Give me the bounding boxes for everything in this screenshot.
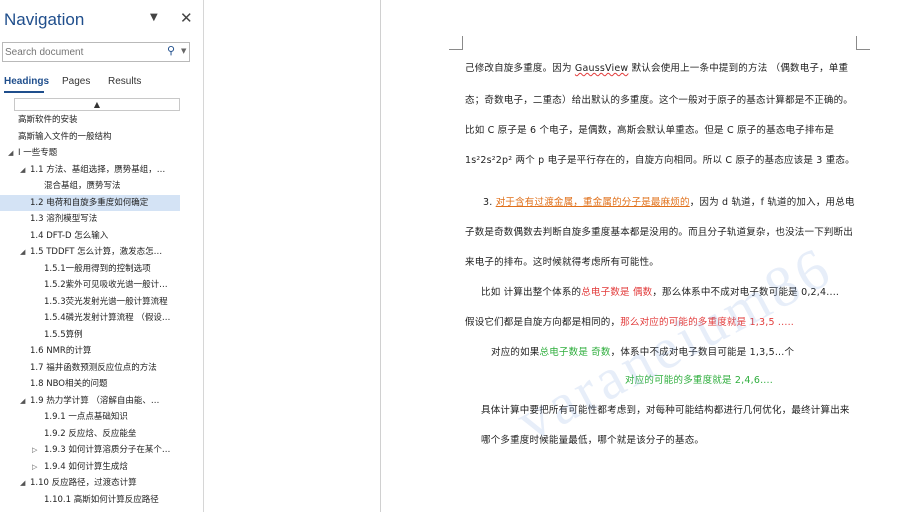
active-tab-indicator	[4, 91, 44, 93]
heading-item-label: 1.10 反应路径，过渡态计算	[30, 478, 137, 488]
heading-item-label: 混合基组，赝势写法	[44, 181, 121, 191]
heading-item-label: 1.5.5算例	[44, 329, 83, 340]
heading-item-label: 1.9.1 一点点基础知识	[44, 412, 128, 422]
heading-item-label: 1.9.3 如何计算溶质分子在某个…	[44, 445, 171, 455]
close-icon[interactable]: ✕	[180, 9, 193, 27]
search-icon[interactable]: ⚲	[167, 44, 175, 57]
navigation-pane: Navigation ▼ ✕ ⚲ ▼ Headings Pages Result…	[0, 0, 204, 512]
heading-item-label: 1.4 DFT-D 怎么输入	[30, 230, 109, 241]
tab-pages[interactable]: Pages	[62, 76, 90, 87]
heading-item-label: 高斯软件的安装	[18, 115, 78, 125]
heading-item-label: 1.9.2 反应焓、反应能垒	[44, 428, 137, 439]
text-run: 态；奇数电子，二重态）给出默认的多重度。这个一般对于原子的基态计算都是不正确的。	[465, 95, 854, 106]
expand-toggle-icon[interactable]: ◢	[20, 162, 25, 178]
paragraph-line: 子数是奇数偶数去判断自旋多重度基本都是没用的。而且分子轨道复杂，也没法一下判断出	[465, 224, 853, 238]
expand-toggle-icon[interactable]: ◢	[20, 475, 25, 491]
heading-item-label: 1.5.3荧光发射光谱一般计算流程	[44, 296, 168, 307]
expand-toggle-icon[interactable]: ◢	[20, 244, 25, 260]
heading-item[interactable]: 1.5.5算例	[0, 327, 200, 343]
heading-item-label: 1.5.2紫外可见吸收光谱一般计…	[44, 280, 168, 290]
heading-item[interactable]: 1.5.2紫外可见吸收光谱一般计…	[0, 277, 200, 293]
crop-mark-top-right	[856, 36, 870, 50]
tab-results[interactable]: Results	[108, 76, 141, 87]
search-box[interactable]: ⚲ ▼	[2, 42, 190, 62]
text-run: 假设它们都是自旋方向都是相同的，	[465, 317, 621, 328]
heading-item[interactable]: 1.4 DFT-D 怎么输入	[0, 228, 200, 244]
paragraph-line: 1s²2s²2p² 两个 p 电子是平行存在的，自旋方向相同。所以 C 原子的基…	[465, 152, 855, 166]
text-run: 比如 C 原子是 6 个电子，是偶数，高斯会默认单重态。但是 C 原子的基态电子…	[465, 125, 835, 136]
crop-mark-top-left	[449, 36, 463, 50]
navigation-header: Navigation ▼ ✕	[4, 8, 200, 36]
heading-item[interactable]: 高斯输入文件的一般结构	[0, 129, 200, 145]
heading-item[interactable]: ◢ 1.1 方法、基组选择，赝势基组，…	[0, 162, 200, 178]
paragraph-line: 来电子的排布。这时候就得考虑所有可能性。	[465, 254, 659, 268]
heading-item-label: 1.6 NMR的计算	[30, 346, 92, 356]
heading-item[interactable]: 1.2 电荷和自旋多重度如何确定	[0, 194, 180, 211]
heading-item[interactable]: 1.6 NMR的计算	[0, 343, 200, 359]
heading-item-label: 1.2 电荷和自旋多重度如何确定	[30, 197, 149, 208]
heading-item[interactable]: 1.9.1 一点点基础知识	[0, 409, 200, 425]
heading-item[interactable]: ◢ 1.9 热力学计算 （溶解自由能、…	[0, 393, 200, 409]
navigation-tabs: Headings Pages Results	[4, 74, 200, 94]
heading-item-label: 1.5.1一般用得到的控制选项	[44, 263, 151, 274]
expand-toggle-icon[interactable]: ◢	[8, 145, 13, 161]
heading-item[interactable]: 1.5.1一般用得到的控制选项	[0, 261, 200, 277]
heading-item[interactable]: 混合基组，赝势写法	[0, 178, 200, 194]
heading-item-label: 1.5.4磷光发射计算流程 （假设…	[44, 313, 171, 323]
heading-item[interactable]: 1.5.3荧光发射光谱一般计算流程	[0, 294, 200, 310]
text-run: 3.	[483, 197, 496, 208]
heading-item[interactable]: 1.5.4磷光发射计算流程 （假设…	[0, 310, 200, 326]
heading-item-label: 高斯输入文件的一般结构	[18, 131, 112, 142]
heading-item[interactable]: 1.9.2 反应焓、反应能垒	[0, 426, 200, 442]
heading-item[interactable]: ▷ 1.9.3 如何计算溶质分子在某个…	[0, 442, 200, 458]
text-run: 对应的如果	[491, 347, 540, 358]
search-options-chevron-down-icon[interactable]: ▼	[181, 47, 186, 55]
expand-toggle-icon[interactable]: ▷	[32, 459, 37, 475]
document-page[interactable]: 己修改自旋多重度。因为 GaussView 默认会使用上一条中提到的方法 （偶数…	[381, 0, 900, 512]
heading-item-label: 1.7 福井函数预测反应位点的方法	[30, 362, 157, 373]
heading-item-label: 1.10.1 高斯如何计算反应路径	[44, 494, 159, 505]
pane-options-chevron-icon[interactable]: ▼	[150, 12, 158, 23]
search-input[interactable]	[5, 44, 155, 60]
text-run: ，因为 d 轨道，f 轨道的加入，用总电	[689, 197, 855, 208]
heading-item-label: 1.8 NBO相关的问题	[30, 379, 108, 389]
heading-item[interactable]: 1.3 溶剂模型写法	[0, 211, 200, 227]
text-run: 默认会使用上一条中提到的方法 （偶数电子，单重	[628, 63, 849, 74]
paragraph-line: 己修改自旋多重度。因为 GaussView 默认会使用上一条中提到的方法 （偶数…	[465, 60, 848, 74]
heading-item-label: 1.1 方法、基组选择，赝势基组，…	[30, 164, 166, 175]
text-run: 子数是奇数偶数去判断自旋多重度基本都是没用的。而且分子轨道复杂，也没法一下判断出	[465, 227, 854, 238]
heading-item[interactable]: 1.8 NBO相关的问题	[0, 376, 200, 392]
expand-toggle-icon[interactable]: ▷	[32, 442, 37, 458]
heading-item-label: 1.5 TDDFT 怎么计算，激发态怎…	[30, 247, 163, 257]
heading-item[interactable]: ◢ 1.10 反应路径，过渡态计算	[0, 475, 200, 491]
text-run: 总电子数是 偶数	[581, 287, 653, 298]
paragraph-line: 态；奇数电子，二重态）给出默认的多重度。这个一般对于原子的基态计算都是不正确的。	[465, 92, 853, 106]
heading-item[interactable]: 1.7 福井函数预测反应位点的方法	[0, 360, 200, 376]
paragraph-line: 比如 C 原子是 6 个电子，是偶数，高斯会默认单重态。但是 C 原子的基态电子…	[465, 122, 834, 136]
text-run: 1s²2s²2p² 两个 p 电子是平行存在的，自旋方向相同。所以 C 原子的基…	[465, 155, 855, 166]
paragraph-line: 3. 对于含有过渡金属，重金属的分子是最麻烦的，因为 d 轨道，f 轨道的加入，…	[483, 194, 855, 208]
heading-item[interactable]: ◢ I 一些专题	[0, 145, 200, 161]
heading-item-label: 1.9.4 如何计算生成焓	[44, 461, 128, 472]
heading-item[interactable]: ▷ 1.9.4 如何计算生成焓	[0, 459, 200, 475]
text-run: 己修改自旋多重度。因为	[465, 63, 575, 74]
heading-item-label: I 一些专题	[18, 148, 58, 158]
text-run: 来电子的排布。这时候就得考虑所有可能性。	[465, 257, 660, 268]
heading-item[interactable]: 1.10.1 高斯如何计算反应路径	[0, 492, 200, 508]
text-run: 对于含有过渡金属，重金属的分子是最麻烦的	[495, 197, 690, 208]
text-run: 哪个多重度时候能量最低，哪个就是该分子的基态。	[481, 435, 705, 446]
heading-item-label: 1.3 溶剂模型写法	[30, 214, 98, 224]
collapse-all-button[interactable]: ▲	[14, 98, 180, 111]
paragraph-line: 哪个多重度时候能量最低，哪个就是该分子的基态。	[481, 432, 704, 446]
tab-headings[interactable]: Headings	[4, 76, 49, 87]
heading-item-label: 1.9 热力学计算 （溶解自由能、…	[30, 395, 160, 406]
workspace-gap	[205, 0, 380, 512]
navigation-title: Navigation	[4, 10, 85, 29]
heading-item[interactable]: 高斯软件的安装	[0, 112, 200, 128]
text-run: 比如 计算出整个体系的	[481, 287, 582, 298]
text-run: GaussView	[574, 63, 629, 74]
collapse-up-icon: ▲	[93, 100, 101, 109]
expand-toggle-icon[interactable]: ◢	[20, 393, 25, 409]
heading-item[interactable]: ◢ 1.5 TDDFT 怎么计算，激发态怎…	[0, 244, 200, 260]
